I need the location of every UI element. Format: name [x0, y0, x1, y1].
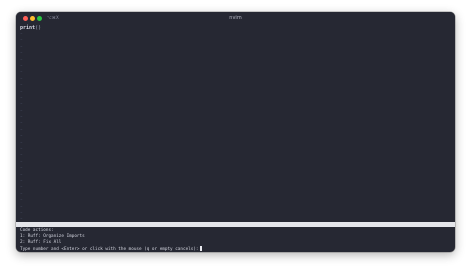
status-line — [16, 222, 455, 227]
text-cursor — [199, 246, 202, 251]
prompt-input-line[interactable]: Type number and <Enter> or click with th… — [20, 246, 451, 252]
code-parens: () — [35, 25, 42, 31]
title-bar[interactable]: ⌥⌘X nvim — [16, 12, 455, 25]
empty-line-markers: ~~~~~~~~~~~~~~~~~~~~~~~~~~~~~~~ — [20, 31, 28, 229]
window-title: nvim — [229, 15, 242, 21]
code-actions-prompt: Code actions: 1: Ruff: Organize Imports 2:… — [20, 228, 451, 252]
terminal-window: ⌥⌘X nvim print() ~ ~ ~ ~ ~ ~ ~ ~ ~ ~ ~ ~ ~ ~ ~ ~ ~ ~ ~ ~ ~ ~ ~… — [16, 12, 455, 252]
editor-buffer[interactable]: print() ~~~~~~~~~~~~~~~~~~~~~~~~~~~~~~~ — [16, 25, 455, 228]
prompt-input-text: Type number and <Enter> or click with th… — [20, 247, 199, 252]
